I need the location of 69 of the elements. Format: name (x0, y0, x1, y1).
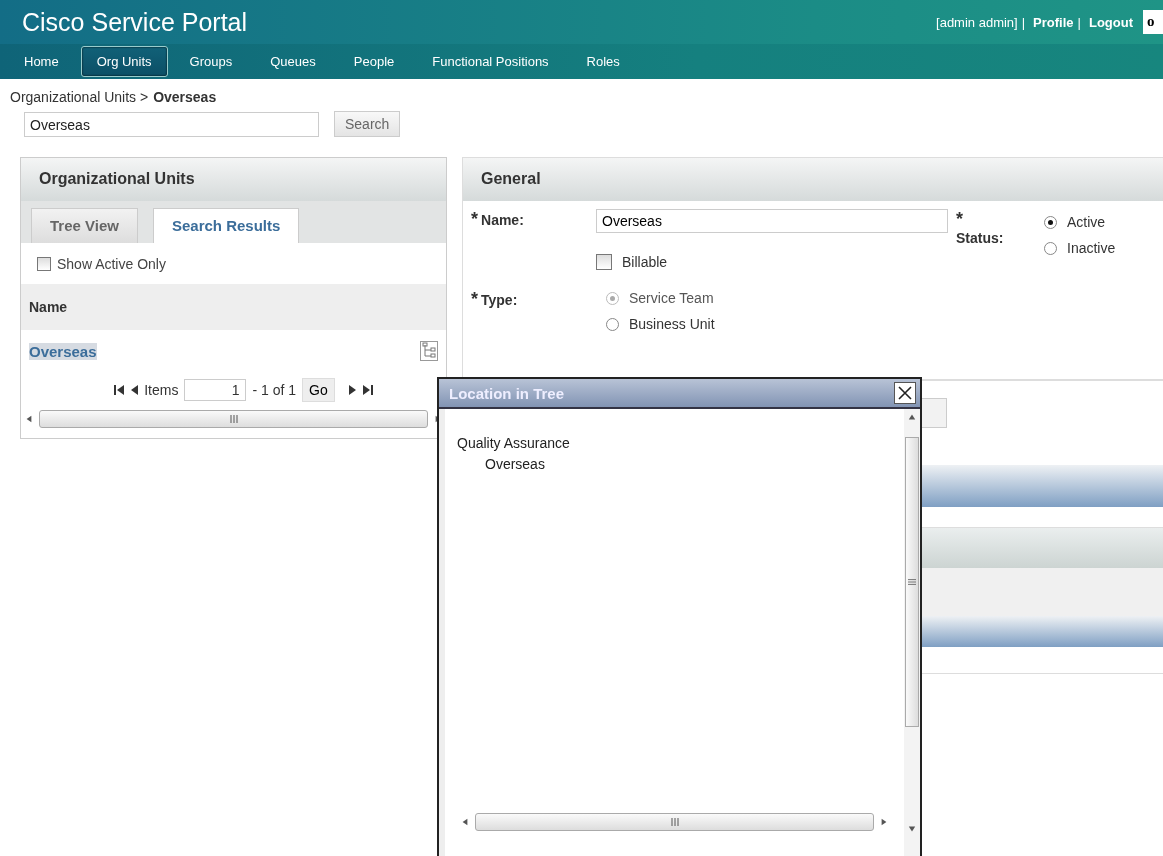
link-separator: | (1077, 14, 1081, 30)
last-page-icon[interactable] (362, 385, 373, 395)
nav-tab[interactable]: Roles (570, 46, 636, 77)
go-button[interactable]: Go (302, 378, 335, 402)
previous-page-icon[interactable] (130, 385, 139, 395)
tree-node[interactable]: Quality Assurance (457, 433, 892, 454)
user-name: [admin admin] (936, 14, 1018, 30)
link-separator: | (1021, 14, 1026, 30)
page-field[interactable]: 1 (184, 379, 247, 401)
panel-title: Organizational Units (21, 158, 446, 201)
nav-tab[interactable]: Queues (254, 46, 332, 77)
next-page-icon[interactable] (348, 385, 357, 395)
radio-label: Service Team (629, 290, 714, 306)
tree-location-icon[interactable] (420, 341, 438, 361)
required-mark: * (471, 209, 478, 230)
tree-node[interactable]: Overseas (457, 454, 892, 475)
pager-label: Items (144, 382, 179, 398)
checkbox[interactable] (596, 254, 612, 270)
header-link[interactable]: Logout (1088, 14, 1133, 30)
scroll-grip-icon (669, 818, 680, 826)
field-label: Type: (481, 292, 518, 308)
search-button[interactable]: Search (334, 111, 401, 137)
breadcrumb-link[interactable]: Organizational Units > (10, 89, 149, 105)
scroll-up-icon[interactable] (908, 413, 916, 421)
column-header: Name (21, 284, 446, 330)
panel-title: General (463, 158, 1163, 201)
scrollbar-thumb[interactable] (475, 813, 874, 831)
nav-tab[interactable]: Org Units (80, 46, 168, 77)
radio-label: Inactive (1067, 240, 1116, 256)
first-page-icon[interactable] (114, 385, 125, 395)
scroll-left-icon[interactable] (25, 415, 33, 423)
panel-tab[interactable]: Tree View (31, 208, 138, 243)
checkbox-label: Show Active Only (57, 255, 166, 272)
result-link[interactable]: Overseas (29, 342, 97, 360)
app-title: Cisco Service Portal (22, 7, 249, 37)
checkbox-option[interactable]: Billable (596, 249, 956, 275)
header-search-field[interactable]: o (1143, 10, 1163, 34)
scrollbar-thumb[interactable] (39, 410, 428, 428)
nav-tab[interactable]: People (337, 46, 411, 77)
nav-tab[interactable]: Groups (173, 46, 249, 77)
radio-option[interactable]: Business Unit (606, 311, 956, 337)
panel-tab[interactable]: Search Results (152, 208, 300, 243)
page-range: - 1 of 1 (252, 382, 297, 398)
radio-option[interactable]: Inactive (1044, 235, 1163, 261)
scroll-left-icon[interactable] (461, 818, 469, 826)
required-mark: * (471, 289, 478, 310)
nav-tab[interactable]: Home (8, 46, 75, 77)
search-field[interactable]: Overseas (24, 111, 319, 137)
scroll-down-icon[interactable] (908, 825, 916, 833)
required-mark: * (956, 209, 963, 230)
radio-label: Active (1067, 214, 1106, 230)
scroll-grip-icon (908, 577, 916, 587)
scrollbar-thumb[interactable] (905, 437, 919, 727)
header-link[interactable]: Profile (1033, 14, 1074, 30)
radio-label: Business Unit (629, 316, 715, 332)
checkbox[interactable] (37, 256, 51, 271)
field-label: Name: (481, 212, 524, 228)
close-icon (898, 386, 912, 400)
scroll-right-icon[interactable] (880, 818, 888, 826)
name-field[interactable]: Overseas (596, 209, 948, 233)
dialog-title: Location in Tree (449, 384, 565, 402)
scroll-grip-icon (228, 415, 239, 423)
breadcrumb-current: Overseas (153, 89, 217, 105)
field-label: Status: (956, 230, 1004, 246)
checkbox-label: Billable (622, 254, 668, 270)
nav-tab[interactable]: Functional Positions (416, 46, 565, 77)
close-button[interactable] (894, 382, 916, 404)
radio-option[interactable]: Active (1044, 209, 1163, 235)
lookup-button[interactable] (921, 398, 947, 428)
